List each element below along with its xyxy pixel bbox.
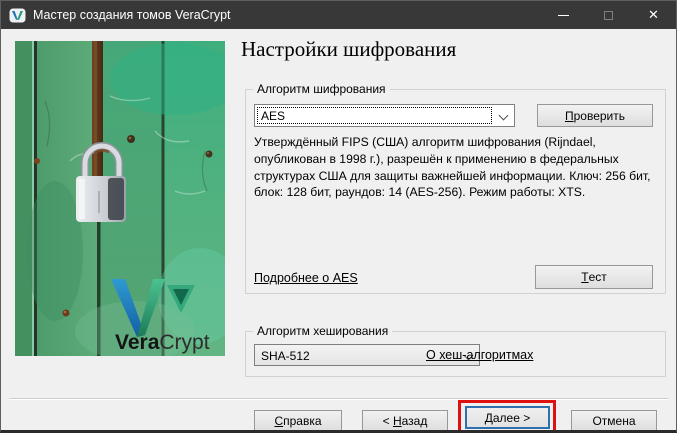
next-button[interactable]: Далее > [465, 406, 550, 429]
back-button[interactable]: < Назад [362, 410, 448, 432]
veracrypt-app-icon [9, 7, 26, 24]
svg-text:VeraCrypt: VeraCrypt [115, 331, 210, 354]
test-button[interactable]: Тест [535, 265, 653, 289]
benchmark-button[interactable]: Проверить [537, 104, 653, 127]
help-button[interactable]: Справка [254, 410, 342, 432]
maximize-icon [604, 11, 613, 20]
minimize-button[interactable] [541, 1, 586, 29]
algorithm-description: Утверждённый FIPS (США) алгоритм шифрова… [254, 134, 661, 201]
encryption-algorithm-group: Алгоритм шифрования AES Проверить Утверж… [245, 89, 666, 294]
hash-info-link[interactable]: О хеш-алгоритмах [426, 348, 533, 362]
door-padlock-banner-image: VeraCrypt [15, 41, 225, 356]
close-button[interactable]: ✕ [631, 1, 676, 29]
hash-algorithm-group: Алгоритм хеширования SHA-512 О хеш-алгор… [245, 331, 666, 377]
page-title: Настройки шифрования [241, 37, 456, 62]
more-about-aes-link[interactable]: Подробнее о AES [254, 271, 358, 285]
logo-text-light: Crypt [159, 331, 209, 354]
logo-text-bold: Vera [115, 331, 160, 354]
veracrypt-wizard-window: Мастер создания томов VeraCrypt ✕ [0, 0, 677, 433]
hash-algorithm-value: SHA-512 [261, 349, 310, 363]
cancel-button[interactable]: Отмена [571, 410, 657, 432]
close-icon: ✕ [648, 9, 659, 22]
encryption-algorithm-select[interactable]: AES [254, 104, 515, 127]
dialog-body: VeraCrypt Настройки шифрования Алгоритм … [1, 29, 676, 430]
titlebar[interactable]: Мастер создания томов VeraCrypt ✕ [1, 1, 676, 29]
hash-group-label: Алгоритм хеширования [253, 324, 392, 338]
window-title: Мастер создания томов VeraCrypt [33, 8, 231, 22]
encryption-group-label: Алгоритм шифрования [253, 82, 390, 96]
chevron-down-icon [499, 111, 509, 121]
maximize-button [586, 1, 631, 29]
focus-rect [257, 107, 492, 124]
minimize-icon [558, 15, 569, 16]
footer-separator [9, 398, 668, 400]
